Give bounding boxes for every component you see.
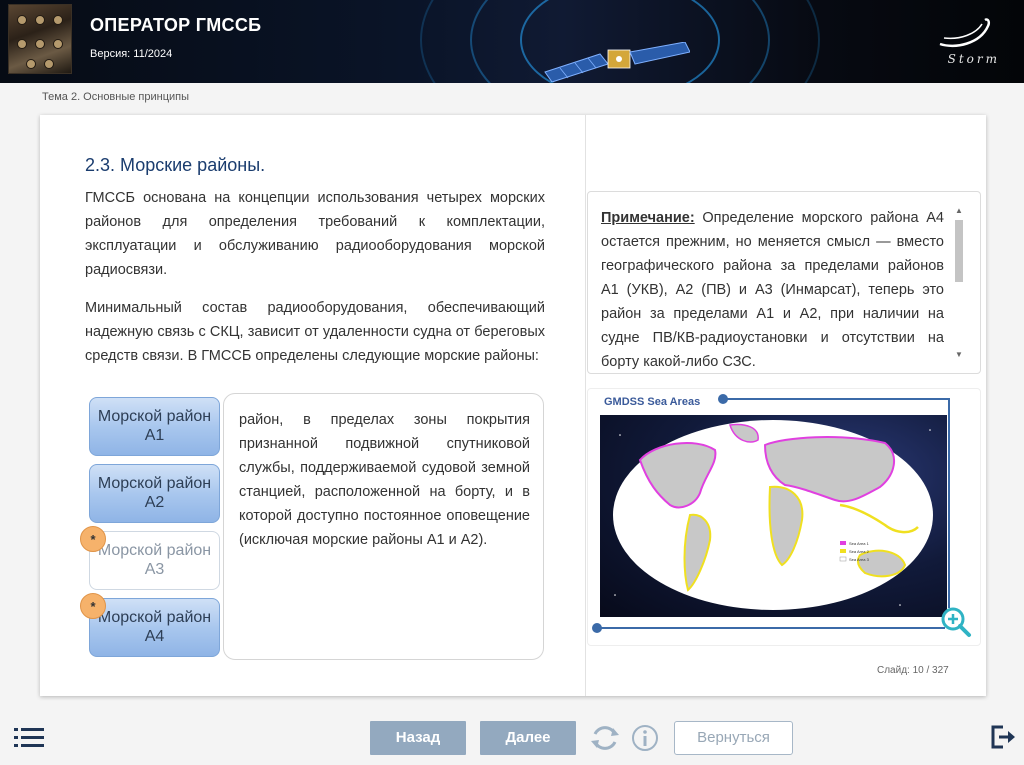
refresh-icon[interactable] (589, 722, 621, 754)
sea-area-a4-button[interactable]: Морской район А4 (89, 598, 220, 657)
menu-icon[interactable] (14, 727, 44, 749)
note-body: Определение морского района А4 остается … (601, 210, 944, 370)
map-legend-item: Sea Area 1 (849, 541, 870, 546)
app-title: ОПЕРАТОР ГМССБ (90, 15, 262, 35)
breadcrumb: Тема 2. Основные принципы (42, 91, 190, 103)
sea-area-a3-button[interactable]: Морской район А3 (89, 531, 220, 590)
satellite-icon (544, 42, 690, 82)
zoom-in-icon[interactable] (940, 606, 972, 638)
area-description-text: район, в пределах зоны покрытия признанн… (239, 412, 530, 548)
map-frame-dot (592, 623, 602, 633)
slide-counter: Слайд: 10 / 327 (877, 665, 949, 676)
sea-area-a4-badge: * (80, 593, 106, 619)
scroll-up-arrow-icon[interactable]: ▲ (955, 206, 963, 215)
scroll-down-arrow-icon[interactable]: ▼ (955, 350, 963, 359)
map-legend-item: Sea Area 2 (849, 549, 870, 554)
map-legend-item: Sea Area 3 (849, 557, 870, 562)
back-button[interactable]: Назад (370, 721, 466, 755)
map-frame-line (948, 398, 950, 608)
note-panel[interactable]: Примечание: Определение морского района … (587, 191, 981, 374)
areas-paragraph: Минимальный состав радиооборудования, об… (85, 300, 545, 364)
app-version: Версия: 11/2024 (90, 48, 173, 60)
info-icon[interactable] (631, 724, 659, 752)
map-frame-line (722, 398, 950, 400)
scrollbar-thumb[interactable] (955, 220, 963, 282)
sea-area-a1-button[interactable]: Морской район А1 (89, 397, 220, 456)
intro-paragraph: ГМССБ основана на концепции использовани… (85, 190, 545, 278)
map-frame-dot (718, 394, 728, 404)
return-button[interactable]: Вернуться (674, 721, 793, 755)
map-title: GMDSS Sea Areas (604, 396, 701, 408)
sea-area-a2-button[interactable]: Морской район А2 (89, 464, 220, 523)
note-text: Примечание: Определение морского района … (601, 206, 944, 373)
gmdss-sea-areas-map: Sea Area 1 Sea Area 2 Sea Area 3 (600, 415, 947, 617)
note-scrollbar[interactable]: ▲ ▼ (952, 204, 966, 362)
app-logo-image (8, 4, 72, 74)
sea-area-a3-badge: * (80, 526, 106, 552)
map-frame-line (597, 627, 945, 629)
note-label: Примечание: (601, 210, 695, 226)
panel-divider (585, 115, 586, 696)
exit-icon[interactable] (990, 724, 1016, 750)
next-button[interactable]: Далее (480, 721, 576, 755)
brand-name: Storm (947, 52, 1000, 66)
section-title: 2.3. Морские районы. (85, 155, 266, 175)
app-header: ОПЕРАТОР ГМССБ Версия: 11/2024 Storm (0, 0, 1024, 83)
area-description-box: район, в пределах зоны покрытия признанн… (223, 393, 544, 660)
